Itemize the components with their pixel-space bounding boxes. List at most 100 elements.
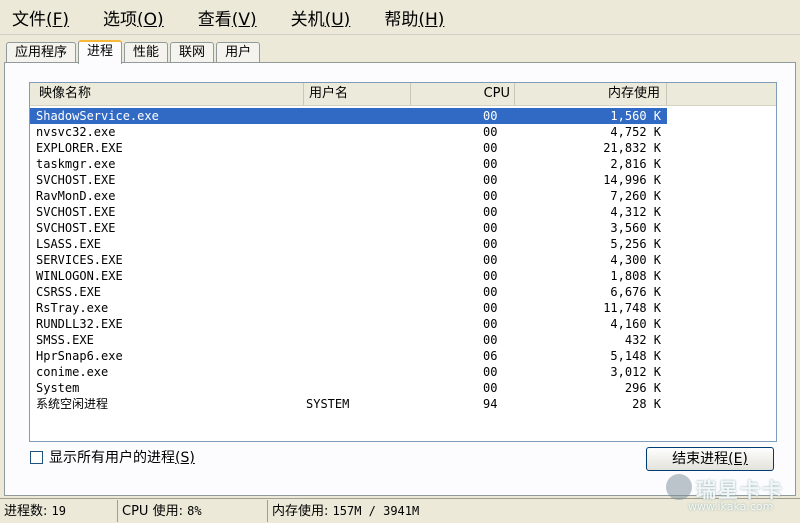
process-name: System: [36, 381, 80, 395]
process-name: SVCHOST.EXE: [36, 221, 116, 235]
process-memory: 432 K: [624, 333, 661, 347]
process-name: HprSnap6.exe: [36, 349, 123, 363]
process-cpu: 06: [483, 349, 498, 363]
tab-users[interactable]: 用户: [216, 42, 261, 63]
process-cpu: 00: [483, 333, 498, 347]
status-memory-usage: 内存使用: 157M / 3941M: [272, 504, 420, 519]
process-memory: 4,160 K: [610, 317, 661, 331]
process-list[interactable]: 映像名称 用户名 CPU 内存使用 ShadowService.exe 00 1,5…: [29, 82, 777, 442]
process-row[interactable]: EXPLORER.EXE 00 21,832 K: [30, 140, 776, 156]
process-row[interactable]: SERVICES.EXE 00 4,300 K: [30, 252, 776, 268]
end-process-button[interactable]: 结束进程(E): [646, 447, 774, 471]
process-cpu: 00: [483, 157, 498, 171]
process-cpu: 00: [483, 381, 498, 395]
process-row[interactable]: ShadowService.exe 00 1,560 K: [30, 108, 776, 124]
column-header-memory[interactable]: 内存使用: [515, 83, 667, 105]
process-user: [304, 252, 411, 268]
process-row[interactable]: conime.exe 00 3,012 K: [30, 364, 776, 380]
status-process-count: 进程数: 19: [0, 500, 118, 522]
process-cpu: 00: [483, 301, 498, 315]
process-memory: 5,148 K: [610, 349, 661, 363]
process-user: [304, 284, 411, 300]
tab-performance[interactable]: 性能: [124, 42, 169, 63]
tab-strip: 应用程序 进程 性能 联网 用户: [6, 40, 262, 64]
process-row[interactable]: SVCHOST.EXE 00 14,996 K: [30, 172, 776, 188]
show-all-processes-label[interactable]: 显示所有用户的进程(S): [49, 447, 195, 467]
process-cpu: 00: [483, 189, 498, 203]
process-cpu: 00: [483, 221, 498, 235]
process-row[interactable]: WINLOGON.EXE 00 1,808 K: [30, 268, 776, 284]
process-cpu: 00: [483, 365, 498, 379]
column-header-filler: [667, 83, 776, 105]
status-cpu-usage: CPU 使用: 8%: [118, 500, 268, 522]
menu-help[interactable]: 帮助(H): [372, 5, 444, 30]
list-header: 映像名称 用户名 CPU 内存使用: [30, 83, 776, 106]
process-name: ShadowService.exe: [30, 108, 304, 124]
process-row[interactable]: RsTray.exe 00 11,748 K: [30, 300, 776, 316]
process-cpu: 00: [483, 269, 498, 283]
process-memory: 4,312 K: [610, 205, 661, 219]
process-user: SYSTEM: [306, 397, 350, 411]
column-header-image-name[interactable]: 映像名称: [30, 83, 304, 105]
process-row[interactable]: nvsvc32.exe 00 4,752 K: [30, 124, 776, 140]
process-user: [304, 364, 411, 380]
process-cpu: 00: [411, 108, 515, 124]
process-name: SVCHOST.EXE: [36, 205, 116, 219]
process-memory: 7,260 K: [610, 189, 661, 203]
process-cpu: 00: [483, 173, 498, 187]
process-row[interactable]: CSRSS.EXE 00 6,676 K: [30, 284, 776, 300]
process-name: 系统空闲进程: [36, 397, 109, 411]
menu-shutdown[interactable]: 关机(U): [279, 5, 351, 30]
process-memory: 14,996 K: [603, 173, 661, 187]
menu-bar: 文件(F) 选项(O) 查看(V) 关机(U) 帮助(H): [0, 0, 800, 35]
column-header-cpu[interactable]: CPU: [411, 83, 515, 105]
process-name: SVCHOST.EXE: [36, 173, 116, 187]
process-row[interactable]: System 00 296 K: [30, 380, 776, 396]
process-cpu: 00: [483, 237, 498, 251]
process-user: [304, 188, 411, 204]
process-memory: 3,560 K: [610, 221, 661, 235]
process-memory: 6,676 K: [610, 285, 661, 299]
process-row[interactable]: taskmgr.exe 00 2,816 K: [30, 156, 776, 172]
tab-processes[interactable]: 进程: [78, 40, 123, 64]
show-all-processes-option[interactable]: 显示所有用户的进程(S): [30, 447, 195, 467]
status-bar: 进程数: 19 CPU 使用: 8% 内存使用: 157M / 3941M: [0, 498, 800, 523]
menu-file[interactable]: 文件(F): [0, 5, 69, 30]
process-row[interactable]: SVCHOST.EXE 00 3,560 K: [30, 220, 776, 236]
process-name: RsTray.exe: [36, 301, 109, 315]
process-name: CSRSS.EXE: [36, 285, 102, 299]
process-cpu: 00: [483, 141, 498, 155]
process-row[interactable]: RavMonD.exe 00 7,260 K: [30, 188, 776, 204]
show-all-processes-checkbox[interactable]: [30, 450, 43, 464]
process-user: [304, 140, 411, 156]
process-cpu: 00: [483, 285, 498, 299]
process-user: [304, 300, 411, 316]
process-memory: 28 K: [632, 397, 661, 411]
menu-view[interactable]: 查看(V): [186, 5, 257, 30]
process-memory: 2,816 K: [610, 157, 661, 171]
process-name: taskmgr.exe: [36, 157, 116, 171]
process-row[interactable]: RUNDLL32.EXE 00 4,160 K: [30, 316, 776, 332]
process-cpu: 00: [483, 253, 498, 267]
tab-networking[interactable]: 联网: [170, 42, 215, 63]
process-name: EXPLORER.EXE: [36, 141, 123, 155]
process-user: [304, 236, 411, 252]
process-row[interactable]: SVCHOST.EXE 00 4,312 K: [30, 204, 776, 220]
process-user: [304, 124, 411, 140]
process-row[interactable]: LSASS.EXE 00 5,256 K: [30, 236, 776, 252]
process-row[interactable]: SMSS.EXE 00 432 K: [30, 332, 776, 348]
menu-options[interactable]: 选项(O): [91, 5, 164, 30]
process-name: conime.exe: [36, 365, 109, 379]
column-header-user-name[interactable]: 用户名: [304, 83, 411, 105]
process-user: [304, 348, 411, 364]
process-row[interactable]: 系统空闲进程 SYSTEM 94 28 K: [30, 396, 776, 412]
process-user: [304, 268, 411, 284]
process-cpu: 00: [483, 317, 498, 331]
process-name: RUNDLL32.EXE: [36, 317, 123, 331]
process-memory: 296 K: [624, 381, 661, 395]
process-name: RavMonD.exe: [36, 189, 116, 203]
tab-applications[interactable]: 应用程序: [6, 42, 77, 63]
process-user: [304, 380, 411, 396]
process-user: [304, 332, 411, 348]
process-row[interactable]: HprSnap6.exe 06 5,148 K: [30, 348, 776, 364]
